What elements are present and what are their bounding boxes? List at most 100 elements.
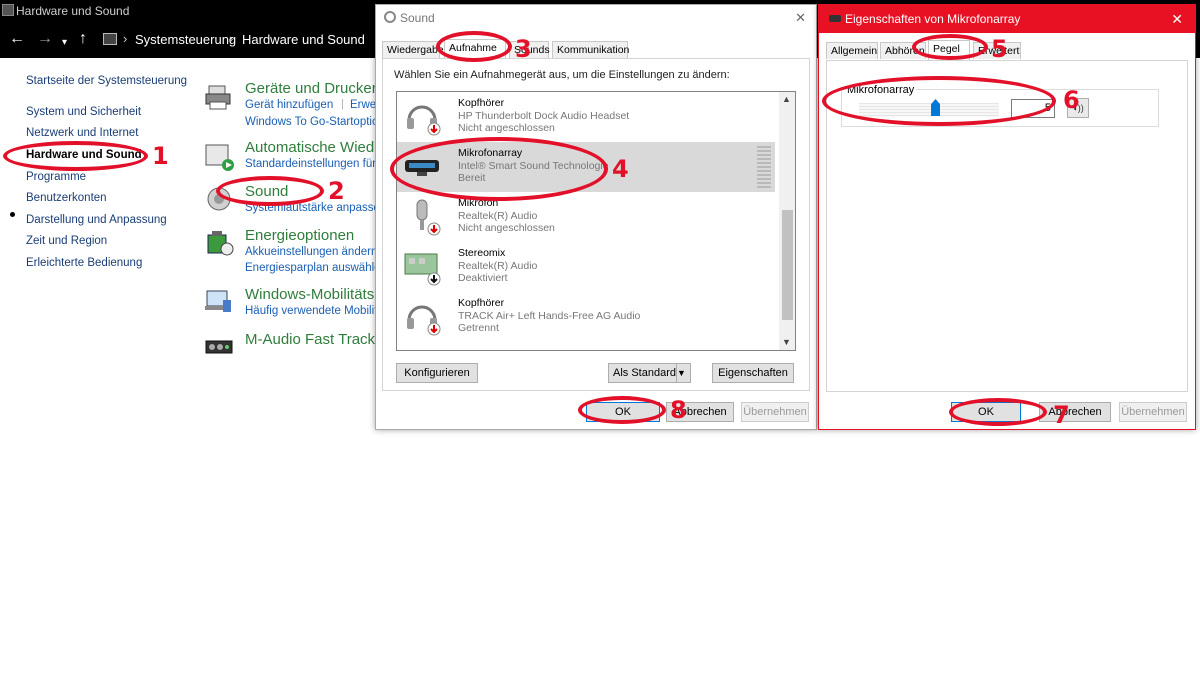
category-title[interactable]: Automatische Wiede: [245, 139, 383, 156]
control-panel-icon: [2, 4, 14, 16]
microphone-properties-dialog: Eigenschaften von Mikrofonarray ✕ Allgem…: [818, 4, 1196, 430]
list-item-selected[interactable]: Mikrofonarray Intel® Smart Sound Technol…: [397, 142, 775, 192]
sidebar-item-erleichterte-bedienung[interactable]: Erleichterte Bedienung: [26, 257, 142, 269]
link-standardeinstellungen[interactable]: Standardeinstellungen für: [245, 158, 376, 170]
device-description: HP Thunderbolt Dock Audio Headset: [458, 110, 630, 122]
apply-button[interactable]: Übernehmen: [741, 402, 809, 422]
set-default-label: Als Standard: [613, 367, 676, 379]
power-options-icon: [207, 231, 234, 256]
level-meter: [757, 146, 771, 188]
sidebar-item-zeit-region[interactable]: Zeit und Region: [26, 235, 107, 247]
breadcrumb-separator-icon[interactable]: ›: [123, 31, 127, 46]
sidebar-item-programme[interactable]: Programme: [26, 171, 86, 183]
apply-button[interactable]: Übernehmen: [1119, 402, 1187, 422]
annotation-number-2: 2: [328, 177, 345, 205]
link-mobilitaetseinstellungen[interactable]: Häufig verwendete Mobilit: [245, 305, 377, 317]
annotation-number-7: 7: [1053, 401, 1070, 429]
breadcrumb-hardware-und-sound[interactable]: Hardware und Sound: [242, 32, 365, 47]
sound-dialog-titlebar: Sound ✕: [376, 5, 816, 31]
annotation-number-5: 5: [991, 35, 1008, 63]
sound-dialog: Sound ✕ Wiedergabe Aufnahme Sounds Kommu…: [375, 4, 817, 430]
properties-titlebar: Eigenschaften von Mikrofonarray ✕: [819, 5, 1195, 33]
sidebar-item-benutzerkonten[interactable]: Benutzerkonten: [26, 192, 107, 204]
ok-button[interactable]: OK: [951, 402, 1021, 422]
list-item[interactable]: Kopfhörer TRACK Air+ Left Hands-Free AG …: [397, 292, 775, 342]
device-description: TRACK Air+ Left Hands-Free AG Audio: [458, 310, 641, 322]
instruction-text: Wählen Sie ein Aufnahmegerät aus, um die…: [394, 69, 730, 81]
device-status: Nicht angeschlossen: [458, 222, 555, 234]
tab-aufnahme[interactable]: Aufnahme: [444, 39, 506, 59]
level-slider-track[interactable]: [859, 103, 999, 117]
microphone-array-icon: [829, 15, 841, 22]
sidebar-item-netzwerk[interactable]: Netzwerk und Internet: [26, 127, 139, 139]
scroll-thumb[interactable]: [782, 210, 793, 320]
category-title-sound[interactable]: Sound: [245, 183, 288, 200]
device-list-scrollbar[interactable]: ▲ ▼: [779, 92, 795, 350]
properties-dialog-title: Eigenschaften von Mikrofonarray: [845, 12, 1021, 26]
annotation-number-3: 3: [515, 35, 532, 63]
level-value-field[interactable]: 5: [1011, 99, 1055, 118]
tab-abhoeren[interactable]: Abhören: [880, 42, 926, 59]
device-name: Mikrofonarray: [458, 147, 523, 159]
properties-button[interactable]: Eigenschaften: [712, 363, 794, 383]
link-systemlautstaerke[interactable]: Systemlautstärke anpassen: [245, 202, 386, 214]
link-erweitert[interactable]: Erwe: [350, 99, 376, 111]
sidebar-item-hardware-sound[interactable]: Hardware und Sound: [26, 149, 142, 161]
up-arrow-icon[interactable]: ↑: [79, 30, 87, 48]
link-separator: |: [341, 98, 344, 110]
list-item[interactable]: Kopfhörer HP Thunderbolt Dock Audio Head…: [397, 92, 775, 142]
device-name: Kopfhörer: [458, 297, 505, 309]
headset-disconnected-icon: [407, 105, 441, 136]
level-group-label: Mikrofonarray: [845, 84, 917, 96]
annotation-number-6: 6: [1063, 86, 1080, 114]
list-item[interactable]: Mikrofon Realtek(R) Audio Nicht angeschl…: [397, 192, 775, 242]
annotation-number-1: 1: [152, 142, 169, 170]
tab-wiedergabe[interactable]: Wiedergabe: [382, 41, 444, 58]
cancel-button[interactable]: Abbrechen: [1039, 402, 1111, 422]
device-name: Stereomix: [458, 247, 506, 259]
link-energiesparplan[interactable]: Energiesparplan auswähle: [245, 262, 381, 274]
category-title[interactable]: Windows-Mobilitäts: [245, 286, 374, 303]
device-status: Deaktiviert: [458, 272, 508, 284]
breadcrumb-separator-icon[interactable]: ›: [229, 31, 233, 46]
device-status: Getrennt: [458, 322, 499, 334]
forward-arrow-icon[interactable]: →: [37, 30, 53, 48]
ok-button[interactable]: OK: [586, 402, 660, 422]
breadcrumb-systemsteuerung[interactable]: Systemsteuerung: [135, 32, 236, 47]
back-arrow-icon[interactable]: ←: [9, 30, 25, 48]
microphone-array-icon: [405, 160, 439, 176]
device-status: Bereit: [458, 172, 486, 184]
annotation-number-4: 4: [612, 155, 629, 183]
link-akkueinstellungen[interactable]: Akkueinstellungen ändern: [245, 246, 377, 258]
tab-pegel[interactable]: Pegel: [928, 40, 970, 60]
sidebar-item-startseite[interactable]: Startseite der Systemsteuerung: [26, 75, 187, 87]
recent-chevron-down-icon[interactable]: ▾: [62, 34, 67, 52]
annotation-number-8: 8: [670, 396, 687, 424]
category-title[interactable]: Geräte und Drucker: [245, 80, 377, 97]
category-title[interactable]: Energieoptionen: [245, 227, 354, 244]
device-description: Intel® Smart Sound Technologie: [458, 160, 609, 172]
chevron-down-icon[interactable]: ▼: [676, 364, 690, 382]
list-item[interactable]: Stereomix Realtek(R) Audio Deaktiviert: [397, 242, 775, 292]
close-icon[interactable]: ✕: [795, 10, 806, 26]
device-status: Nicht angeschlossen: [458, 122, 555, 134]
active-bullet-icon: [10, 212, 15, 217]
sidebar-item-system-sicherheit[interactable]: System und Sicherheit: [26, 106, 141, 118]
close-icon[interactable]: ✕: [1171, 11, 1183, 28]
headset-disconnected-icon: [407, 305, 441, 336]
tab-allgemein[interactable]: Allgemein: [826, 42, 878, 59]
configure-button[interactable]: Konfigurieren: [396, 363, 478, 383]
tab-kommunikation[interactable]: Kommunikation: [552, 41, 629, 58]
window-title: Hardware und Sound: [16, 4, 130, 18]
scroll-up-icon[interactable]: ▲: [782, 94, 791, 104]
category-title[interactable]: M-Audio Fast Track I: [245, 331, 383, 348]
sidebar-item-darstellung[interactable]: Darstellung und Anpassung: [26, 214, 167, 226]
printer-icon: [205, 85, 231, 110]
set-default-split-button[interactable]: Als Standard ▼: [608, 363, 691, 383]
scroll-down-icon[interactable]: ▼: [782, 337, 791, 347]
link-geraet-hinzufuegen[interactable]: Gerät hinzufügen: [245, 99, 333, 111]
sound-icon: [384, 11, 396, 23]
device-name: Mikrofon: [458, 197, 499, 209]
link-windows-to-go[interactable]: Windows To Go-Startoptio: [245, 116, 378, 128]
sound-card-disabled-icon: [404, 253, 441, 286]
